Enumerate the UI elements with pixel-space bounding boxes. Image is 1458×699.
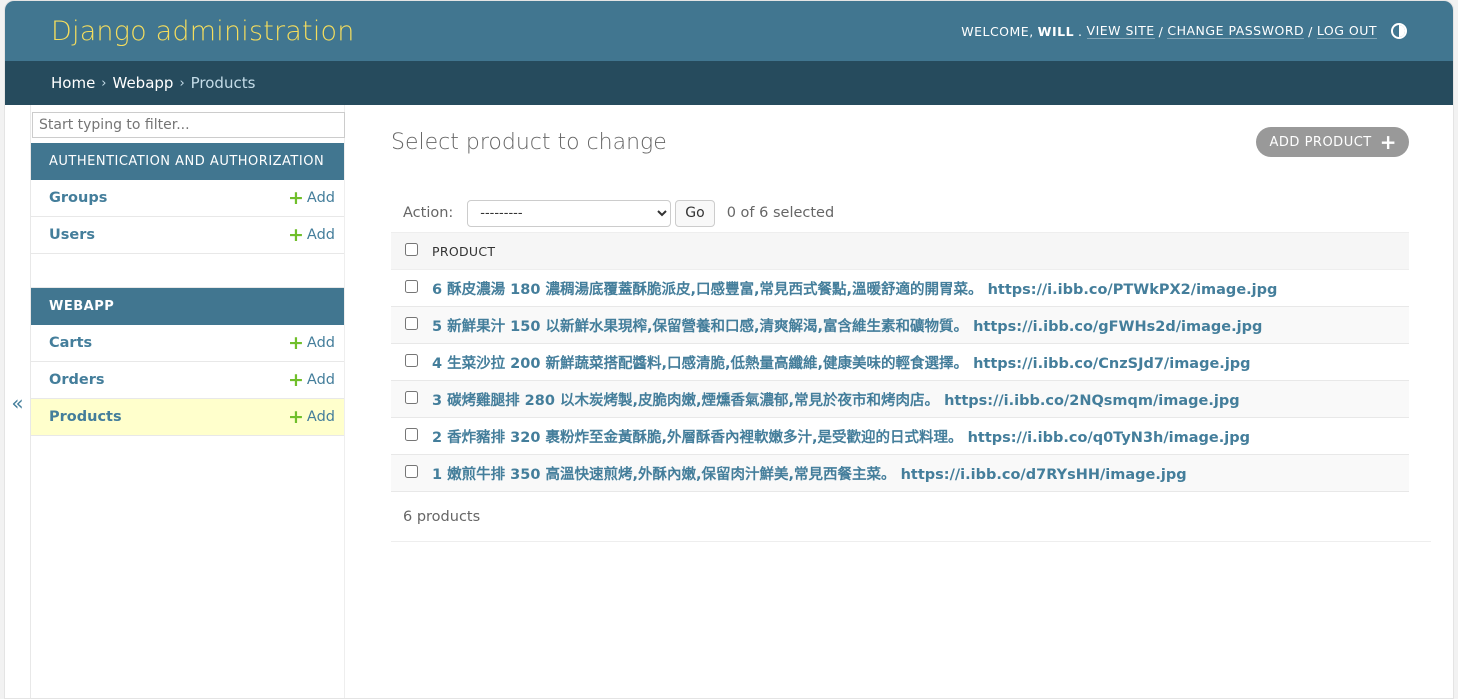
toggle-sidebar-button[interactable]: « <box>5 105 31 698</box>
product-link[interactable]: 4 生菜沙拉 200 新鮮蔬菜搭配醬料,口感清脆,低熱量高纖維,健康美味的輕食選… <box>432 356 1251 372</box>
main-area: « Authentication and Authorization Group… <box>5 105 1453 698</box>
go-button[interactable]: Go <box>675 199 715 227</box>
add-users-button[interactable]: + Add <box>288 223 335 246</box>
header: Django administration Welcome, Will. Vie… <box>5 1 1453 61</box>
separator: / <box>1158 23 1164 39</box>
sidebar-item-orders: Orders + Add <box>31 362 344 399</box>
sidebar-item-users-link[interactable]: Users <box>49 227 95 243</box>
module-webapp: Webapp Carts + Add Orders + Add Products +… <box>31 288 344 436</box>
product-link[interactable]: 6 酥皮濃湯 180 濃稠湯底覆蓋酥脆派皮,口感豐富,常見西式餐點,溫暖舒適的開… <box>432 282 1277 298</box>
theme-toggle-icon[interactable] <box>1391 23 1407 39</box>
row-checkbox[interactable] <box>404 316 418 330</box>
paginator: 6 products <box>391 492 1431 542</box>
breadcrumb-webapp[interactable]: Webapp <box>113 74 174 92</box>
sidebar-item-carts-link[interactable]: Carts <box>49 335 92 351</box>
results-table: Product 6 酥皮濃湯 180 濃稠湯底覆蓋酥脆派皮,口感豐富,常見西式餐… <box>391 232 1409 492</box>
add-products-button[interactable]: + Add <box>288 405 335 428</box>
username: Will <box>1037 23 1075 39</box>
user-tools: Welcome, Will. View site / Change passwo… <box>961 23 1407 39</box>
module-caption-auth[interactable]: Authentication and Authorization <box>31 143 344 180</box>
sidebar-item-groups-link[interactable]: Groups <box>49 190 107 206</box>
add-orders-button[interactable]: + Add <box>288 368 335 391</box>
view-site-link[interactable]: View site <box>1086 23 1155 39</box>
site-brand[interactable]: Django administration <box>51 16 355 47</box>
selected-count: 0 of 6 selected <box>726 205 835 221</box>
sidebar-item-groups: Groups + Add <box>31 180 344 217</box>
log-out-link[interactable]: Log out <box>1316 23 1377 39</box>
product-link[interactable]: 5 新鮮果汁 150 以新鮮水果現榨,保留營養和口感,清爽解渴,富含維生素和礦物… <box>432 319 1262 335</box>
sidebar-item-products: Products + Add <box>31 399 344 436</box>
sidebar-item-users: Users + Add <box>31 217 344 254</box>
table-row: 3 碳烤雞腿排 280 以木炭烤製,皮脆肉嫩,煙燻香氣濃郁,常見於夜市和烤肉店。… <box>391 380 1409 418</box>
admin-window: Django administration Welcome, Will. Vie… <box>4 0 1454 699</box>
page-title: Select product to change <box>391 129 667 155</box>
column-header-product[interactable]: Product <box>431 232 1409 270</box>
breadcrumb-separator: › <box>179 75 185 91</box>
actions-bar: Action: --------- Go 0 of 6 selected <box>391 194 1431 232</box>
row-checkbox[interactable] <box>404 464 418 478</box>
plus-icon: + <box>1379 130 1397 154</box>
breadcrumb-current: Products <box>190 74 256 92</box>
welcome-text: Welcome, <box>961 23 1034 39</box>
add-groups-button[interactable]: + Add <box>288 186 335 209</box>
change-password-link[interactable]: Change password <box>1167 23 1305 39</box>
module-caption-webapp[interactable]: Webapp <box>31 288 344 325</box>
table-row: 4 生菜沙拉 200 新鮮蔬菜搭配醬料,口感清脆,低熱量高纖維,健康美味的輕食選… <box>391 343 1409 381</box>
add-carts-button[interactable]: + Add <box>288 331 335 354</box>
plus-icon: + <box>288 368 304 391</box>
plus-icon: + <box>288 186 304 209</box>
plus-icon: + <box>288 331 304 354</box>
breadcrumb-separator: › <box>101 75 107 91</box>
product-link[interactable]: 3 碳烤雞腿排 280 以木炭烤製,皮脆肉嫩,煙燻香氣濃郁,常見於夜市和烤肉店。… <box>432 393 1240 409</box>
product-link[interactable]: 2 香炸豬排 320 裹粉炸至金黃酥脆,外層酥香內裡軟嫩多汁,是受歡迎的日式料理… <box>432 430 1250 446</box>
add-product-button[interactable]: Add product + <box>1255 127 1409 157</box>
action-label: Action: <box>403 205 454 221</box>
content: Select product to change Add product + A… <box>391 105 1431 698</box>
nav-filter-input[interactable] <box>32 112 345 138</box>
plus-icon: + <box>288 405 304 428</box>
table-row: 5 新鮮果汁 150 以新鮮水果現榨,保留營養和口感,清爽解渴,富含維生素和礦物… <box>391 306 1409 344</box>
sidebar-item-products-link[interactable]: Products <box>49 409 122 425</box>
select-all-checkbox[interactable] <box>404 243 418 256</box>
table-row: 2 香炸豬排 320 裹粉炸至金黃酥脆,外層酥香內裡軟嫩多汁,是受歡迎的日式料理… <box>391 417 1409 455</box>
breadcrumb-home[interactable]: Home <box>51 74 95 92</box>
product-link[interactable]: 1 嫩煎牛排 350 高溫快速煎烤,外酥內嫩,保留肉汁鮮美,常見西餐主菜。 ht… <box>432 467 1187 483</box>
separator: / <box>1308 23 1313 39</box>
sidebar-item-carts: Carts + Add <box>31 325 344 362</box>
row-checkbox[interactable] <box>404 279 418 293</box>
table-row: 1 嫩煎牛排 350 高溫快速煎烤,外酥內嫩,保留肉汁鮮美,常見西餐主菜。 ht… <box>391 454 1409 492</box>
row-checkbox[interactable] <box>404 353 418 367</box>
action-select[interactable]: --------- <box>467 199 672 227</box>
plus-icon: + <box>288 223 304 246</box>
row-checkbox[interactable] <box>404 390 418 404</box>
sidebar-item-orders-link[interactable]: Orders <box>49 372 104 388</box>
breadcrumb: Home › Webapp › Products <box>5 61 1453 105</box>
sidebar: Authentication and Authorization Groups … <box>31 105 345 698</box>
table-row: 6 酥皮濃湯 180 濃稠湯底覆蓋酥脆派皮,口感豐富,常見西式餐點,溫暖舒適的開… <box>391 269 1409 307</box>
module-auth: Authentication and Authorization Groups … <box>31 143 344 288</box>
row-checkbox[interactable] <box>404 427 418 441</box>
double-chevron-left-icon: « <box>11 390 24 415</box>
